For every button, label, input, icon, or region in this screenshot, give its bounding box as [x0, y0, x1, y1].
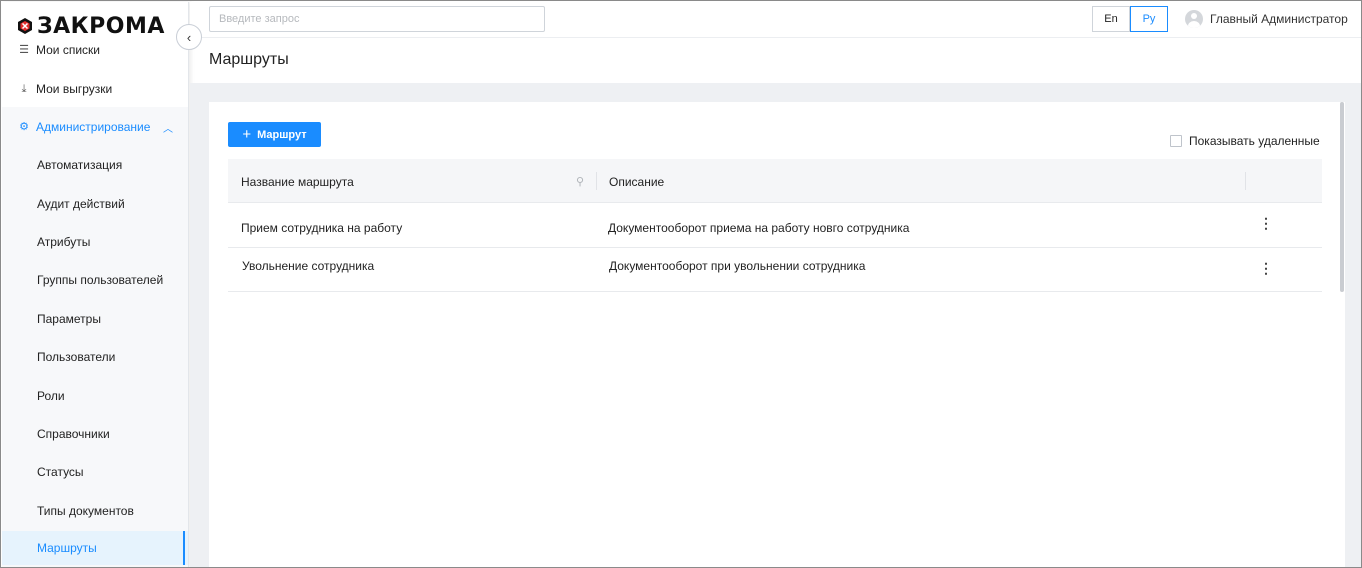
- sidebar-item-label: Автоматизация: [37, 158, 123, 172]
- sidebar-item-label: Администрирование: [36, 120, 151, 134]
- avatar-icon: [1185, 10, 1203, 28]
- list-icon: ☰: [19, 44, 29, 56]
- column-divider[interactable]: [596, 172, 597, 190]
- route-name: Прием сотрудника на работу: [241, 221, 403, 235]
- sidebar-item-roles[interactable]: Роли: [2, 377, 188, 415]
- chevron-left-icon: ‹: [186, 29, 192, 45]
- sidebar: ЗАКРОМА ☰ Мои списки ⤓ Мои выгрузки ⚙ Ад…: [2, 2, 189, 567]
- user-name: Главный Администратор: [1210, 12, 1348, 26]
- sidebar-item-label: Аудит действий: [37, 197, 125, 211]
- lang-en-button[interactable]: En: [1092, 6, 1130, 32]
- route-name: Увольнение сотрудника: [242, 259, 375, 273]
- sidebar-item-label: Пользователи: [37, 350, 116, 364]
- route-description: Документооборот приема на работу новго с…: [608, 221, 910, 235]
- sidebar-item-user-groups[interactable]: Группы пользователей: [2, 261, 188, 299]
- plus-icon: +: [242, 125, 252, 143]
- sidebar-item-label: Справочники: [37, 427, 110, 441]
- route-description: Документооборот при увольнении сотрудник…: [609, 259, 866, 273]
- sidebar-item-dictionaries[interactable]: Справочники: [2, 415, 188, 453]
- sidebar-item-document-types[interactable]: Типы документов: [2, 492, 188, 530]
- sidebar-item-users[interactable]: Пользователи: [2, 338, 188, 376]
- brand-logo[interactable]: ЗАКРОМА: [16, 12, 165, 40]
- sidebar-item-statuses[interactable]: Статусы: [2, 453, 188, 491]
- sidebar-item-automation[interactable]: Автоматизация: [2, 146, 188, 184]
- sidebar-item-label: Мои выгрузки: [36, 82, 113, 96]
- sidebar-item-label: Группы пользователей: [37, 273, 164, 287]
- sidebar-item-attributes[interactable]: Атрибуты: [2, 223, 188, 261]
- sidebar-item-parameters[interactable]: Параметры: [2, 300, 188, 338]
- add-route-button[interactable]: + Маршрут: [228, 122, 321, 147]
- brand-name: ЗАКРОМА: [37, 13, 165, 39]
- table-row[interactable]: Прием сотрудника на работу Документообор…: [228, 204, 1322, 248]
- column-header-description[interactable]: Описание: [609, 175, 664, 189]
- sidebar-item-label: Параметры: [37, 312, 101, 326]
- top-bar: En Ру Главный Администратор: [190, 2, 1361, 38]
- scrollbar[interactable]: [1340, 102, 1344, 292]
- row-menu-icon[interactable]: ⋮: [1259, 261, 1273, 275]
- chevron-up-icon: ︿: [163, 123, 173, 135]
- logo-icon: [18, 18, 32, 34]
- gear-icon: ⚙: [19, 121, 29, 133]
- sidebar-item-label: Атрибуты: [37, 235, 91, 249]
- sidebar-item-audit[interactable]: Аудит действий: [2, 185, 188, 223]
- sidebar-item-routes[interactable]: Маршруты: [2, 531, 188, 565]
- add-route-label: Маршрут: [257, 128, 307, 141]
- search-icon[interactable]: ⚲: [576, 175, 584, 188]
- show-deleted-toggle[interactable]: Показывать удаленные: [1170, 134, 1320, 148]
- show-deleted-checkbox[interactable]: [1170, 135, 1182, 147]
- sidebar-item-label: Маршруты: [37, 541, 97, 555]
- sidebar-item-label: Роли: [37, 389, 65, 403]
- table-header: Название маршрута ⚲ Описание: [228, 159, 1322, 203]
- user-menu[interactable]: Главный Администратор: [1185, 10, 1348, 28]
- sidebar-item-label: Типы документов: [37, 504, 134, 518]
- column-header-name[interactable]: Название маршрута: [241, 175, 354, 189]
- app-window: ЗАКРОМА ☰ Мои списки ⤓ Мои выгрузки ⚙ Ад…: [0, 0, 1362, 568]
- sidebar-item-my-exports[interactable]: ⤓ Мои выгрузки: [2, 70, 188, 108]
- sidebar-item-my-lists[interactable]: ☰ Мои списки: [2, 40, 188, 60]
- sidebar-item-label: Статусы: [37, 465, 84, 479]
- sidebar-item-administration[interactable]: ⚙ Администрирование ︿: [2, 108, 188, 146]
- column-divider[interactable]: [1245, 172, 1246, 190]
- table-row[interactable]: Увольнение сотрудника Документооборот пр…: [228, 248, 1322, 292]
- search-input[interactable]: [209, 6, 545, 32]
- page-title: Маршруты: [209, 51, 289, 68]
- row-menu-icon[interactable]: ⋮: [1259, 216, 1273, 230]
- sidebar-item-label: Мои списки: [36, 43, 100, 57]
- show-deleted-label: Показывать удаленные: [1189, 134, 1320, 148]
- collapse-sidebar-button[interactable]: ‹: [176, 24, 202, 50]
- download-icon: ⤓: [21, 83, 27, 95]
- lang-ru-button[interactable]: Ру: [1130, 6, 1168, 32]
